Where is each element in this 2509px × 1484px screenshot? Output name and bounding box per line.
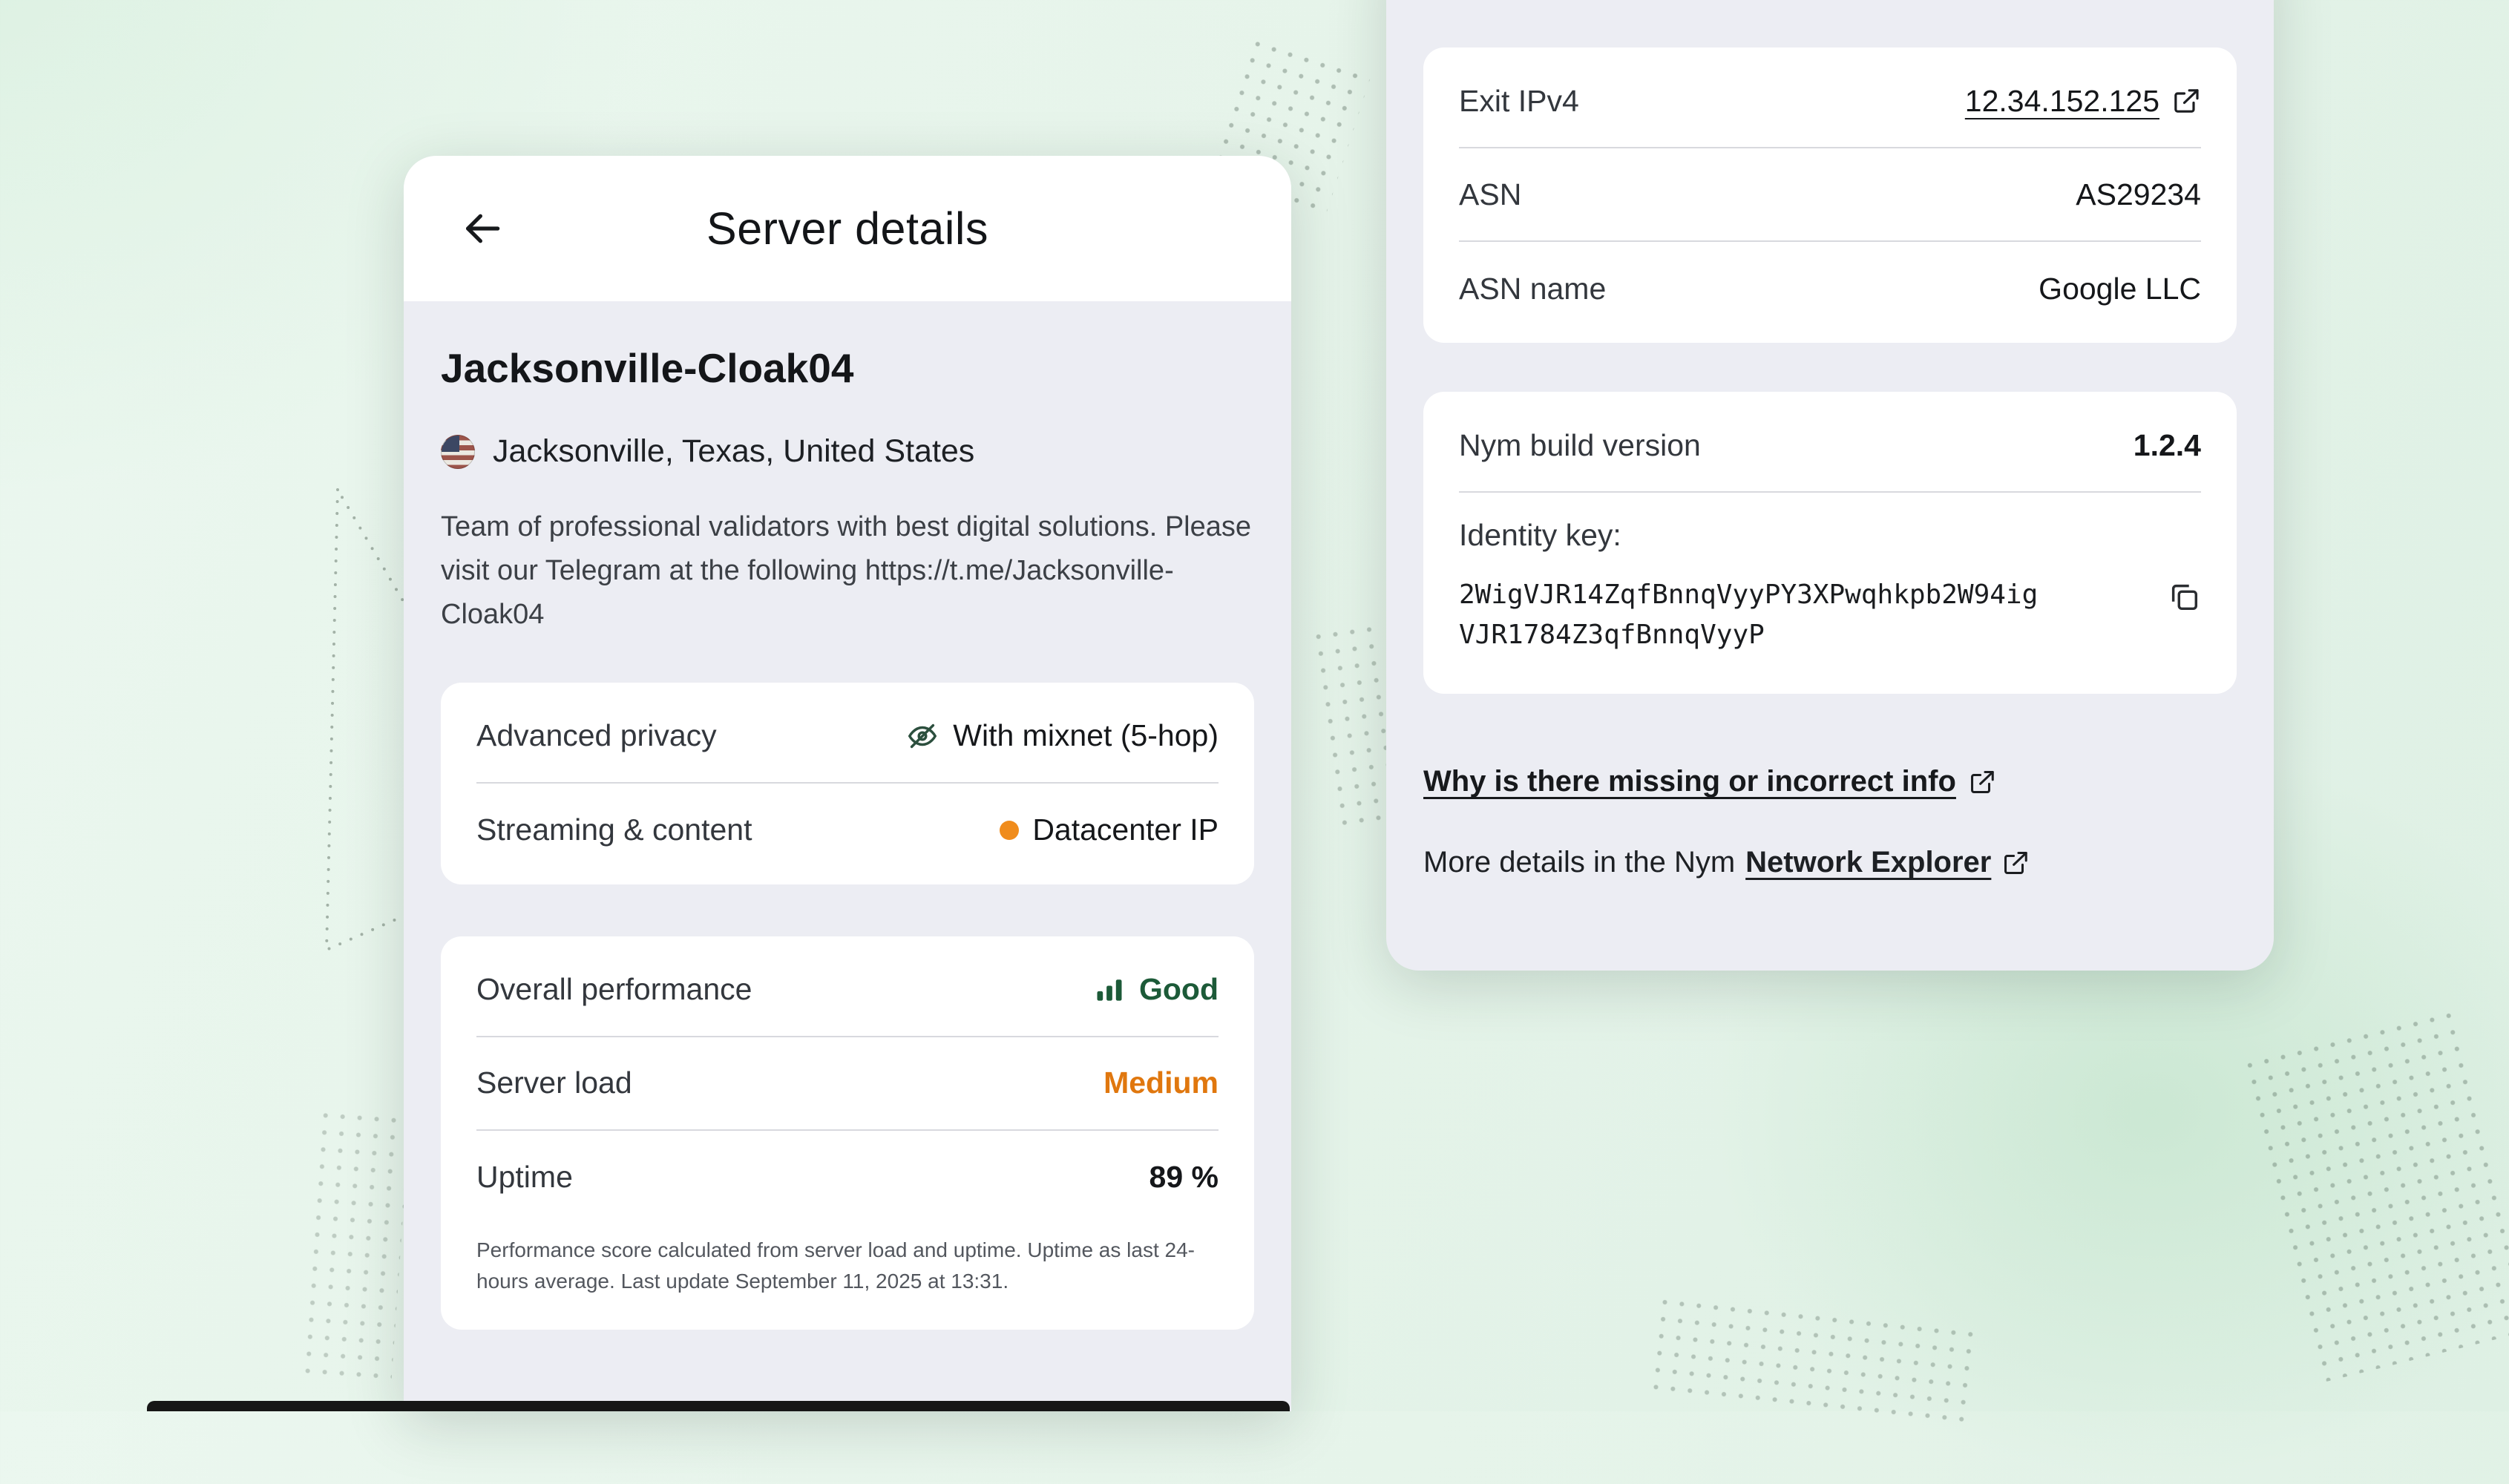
- row-label: Streaming & content: [476, 812, 752, 847]
- external-link-icon: [2171, 86, 2201, 116]
- identity-key-value: 2WigVJR14ZqfBnnqVyyPY3XPwqhkpb2W94igVJR1…: [1459, 575, 2045, 655]
- missing-info-link[interactable]: Why is there missing or incorrect info: [1423, 765, 1996, 798]
- missing-info-label: Why is there missing or incorrect info: [1423, 765, 1956, 798]
- eye-off-icon: [905, 719, 939, 753]
- row-label: Overall performance: [476, 972, 752, 1007]
- row-label: ASN name: [1459, 272, 1606, 306]
- performance-card: Overall performance Good Server load Med…: [441, 936, 1254, 1330]
- server-load-value: Medium: [1103, 1066, 1219, 1100]
- overall-performance-value: Good: [1139, 972, 1219, 1007]
- more-details-prefix: More details in the Nym: [1423, 846, 1735, 879]
- back-arrow-icon: [459, 206, 505, 252]
- exit-ipv4-row: Exit IPv4 12.34.152.125: [1459, 55, 2201, 148]
- advanced-privacy-row: Advanced privacy With mixnet (5-hop): [476, 690, 1219, 784]
- page-title: Server details: [706, 203, 988, 255]
- background-dots: [298, 1106, 410, 1387]
- external-link-icon: [1968, 768, 1996, 796]
- row-label: Uptime: [476, 1160, 573, 1195]
- streaming-content-value: Datacenter IP: [1032, 812, 1219, 847]
- row-label: Exit IPv4: [1459, 84, 1579, 119]
- asn-value: AS29234: [2076, 177, 2201, 212]
- performance-bars-icon: [1093, 974, 1126, 1006]
- identity-key-block: 2WigVJR14ZqfBnnqVyyPY3XPwqhkpb2W94igVJR1…: [1459, 575, 2201, 655]
- orange-dot-icon: [1000, 821, 1019, 840]
- row-label: ASN: [1459, 177, 1521, 212]
- row-value: With mixnet (5-hop): [905, 718, 1219, 753]
- server-details-body: Jacksonville-Cloak04 Jacksonville, Texas…: [404, 301, 1291, 1330]
- server-network-panel: Exit IPv4 12.34.152.125 ASN AS29234 ASN …: [1386, 0, 2274, 971]
- build-version-value: 1.2.4: [2134, 428, 2201, 463]
- overall-performance-row: Overall performance Good: [476, 944, 1219, 1037]
- uptime-value: 89 %: [1149, 1160, 1219, 1195]
- server-description: Team of professional validators with bes…: [441, 505, 1254, 637]
- background-dots: [2240, 1006, 2509, 1383]
- uptime-row: Uptime 89 %: [476, 1131, 1219, 1224]
- nym-build-version-row: Nym build version 1.2.4: [1459, 399, 2201, 493]
- server-details-header: Server details: [404, 156, 1291, 301]
- back-button[interactable]: [453, 199, 512, 258]
- asn-row: ASN AS29234: [1459, 148, 2201, 242]
- row-label: Advanced privacy: [476, 718, 717, 753]
- background-dots: [1647, 1293, 1982, 1426]
- copy-button[interactable]: [2167, 580, 2201, 616]
- more-details-text: More details in the Nym Network Explorer: [1423, 846, 2237, 879]
- performance-footnote: Performance score calculated from server…: [476, 1224, 1219, 1322]
- streaming-content-row: Streaming & content Datacenter IP: [476, 784, 1219, 877]
- network-explorer-link[interactable]: Network Explorer: [1745, 846, 1991, 879]
- server-location: Jacksonville, Texas, United States: [441, 433, 1254, 470]
- asn-name-value: Google LLC: [2039, 272, 2201, 306]
- exit-ip-value: 12.34.152.125: [1965, 84, 2159, 119]
- bottom-dark-panel: [147, 1401, 1290, 1411]
- identity-key-label: Identity key:: [1459, 518, 2201, 553]
- row-value: Datacenter IP: [1000, 812, 1219, 847]
- location-text: Jacksonville, Texas, United States: [493, 433, 974, 470]
- privacy-card: Advanced privacy With mixnet (5-hop) Str…: [441, 683, 1254, 884]
- exit-ip-link[interactable]: 12.34.152.125: [1965, 84, 2201, 119]
- server-name: Jacksonville-Cloak04: [441, 344, 1254, 392]
- server-load-row: Server load Medium: [476, 1037, 1219, 1131]
- server-details-panel: Server details Jacksonville-Cloak04 Jack…: [404, 156, 1291, 1411]
- network-card: Exit IPv4 12.34.152.125 ASN AS29234 ASN …: [1423, 47, 2237, 343]
- build-card: Nym build version 1.2.4 Identity key: 2W…: [1423, 392, 2237, 694]
- row-label: Nym build version: [1459, 428, 1701, 463]
- external-link-icon: [2001, 849, 2030, 877]
- us-flag-icon: [441, 435, 475, 469]
- row-label: Server load: [476, 1066, 632, 1100]
- asn-name-row: ASN name Google LLC: [1459, 242, 2201, 335]
- row-value: Good: [1093, 972, 1219, 1007]
- advanced-privacy-value: With mixnet (5-hop): [953, 718, 1219, 753]
- copy-icon: [2167, 580, 2201, 614]
